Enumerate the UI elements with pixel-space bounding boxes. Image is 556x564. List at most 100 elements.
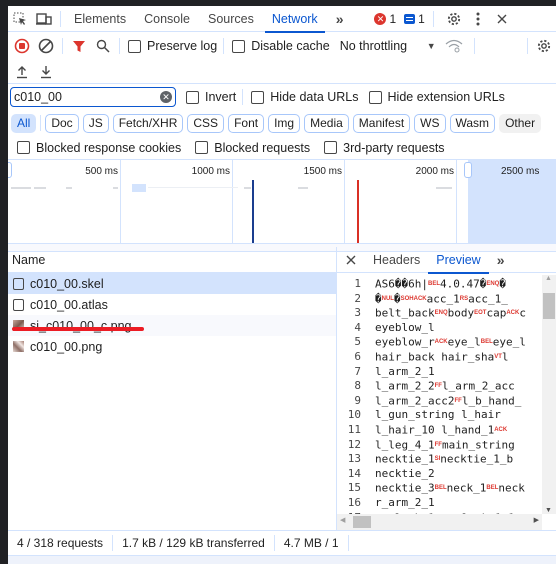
- device-toolbar-icon[interactable]: [32, 6, 56, 32]
- checkbox-box[interactable]: [195, 141, 209, 154]
- message-icon: [404, 13, 416, 24]
- type-filter-ws[interactable]: WS: [414, 113, 446, 133]
- preview-line: 7 l_arm_2_1: [337, 365, 542, 380]
- error-badge[interactable]: ✕ 1: [374, 12, 396, 26]
- type-filter-css[interactable]: CSS: [187, 113, 225, 133]
- control-char-marker: BEL: [427, 281, 440, 287]
- more-details-tabs-button[interactable]: »: [489, 247, 513, 273]
- scroll-down-arrow-icon[interactable]: ▼: [545, 507, 552, 514]
- inspect-element-icon[interactable]: [8, 6, 32, 32]
- hide-extension-urls-checkbox[interactable]: Hide extension URLs: [368, 90, 505, 104]
- timeline-request-bar: [244, 187, 251, 189]
- timeline-request-bar: [436, 187, 452, 189]
- blocked-cookies-checkbox[interactable]: Blocked response cookies: [17, 141, 181, 155]
- scroll-left-arrow-icon[interactable]: ◀: [340, 516, 345, 524]
- timeline-request-bar: [11, 187, 31, 189]
- checkbox-box[interactable]: [368, 90, 382, 104]
- tab-headers[interactable]: Headers: [365, 247, 428, 273]
- invert-checkbox[interactable]: Invert: [186, 90, 236, 104]
- clear-icon[interactable]: [34, 33, 58, 59]
- throttling-select[interactable]: No throttling ▼: [340, 39, 436, 53]
- export-har-icon[interactable]: [34, 59, 58, 85]
- type-filter-img[interactable]: Img: [268, 113, 301, 133]
- third-party-checkbox[interactable]: 3rd-party requests: [324, 141, 445, 155]
- type-filter-wasm[interactable]: Wasm: [449, 113, 496, 133]
- blocked-filters-row: Blocked response cookies Blocked request…: [8, 136, 556, 160]
- checkbox-box[interactable]: [251, 90, 265, 104]
- type-filter-doc[interactable]: Doc: [45, 113, 79, 133]
- request-row[interactable]: si_c010_00_c.png: [8, 315, 336, 336]
- tab-console[interactable]: Console: [135, 6, 199, 32]
- search-icon[interactable]: [91, 33, 115, 59]
- clear-filter-icon[interactable]: ✕: [160, 91, 172, 103]
- control-char-marker: FF: [434, 383, 442, 390]
- line-text: necktie_2: [375, 467, 435, 482]
- network-conditions-icon[interactable]: [442, 33, 466, 59]
- timeline-label: 500 ms: [85, 166, 118, 177]
- more-tabs-button[interactable]: »: [327, 6, 353, 32]
- disable-cache-checkbox[interactable]: Disable cache: [232, 39, 330, 53]
- text-segment: eye_l: [447, 335, 481, 349]
- text-segment: �: [375, 291, 382, 305]
- horizontal-scrollbar-thumb[interactable]: [353, 516, 371, 528]
- text-segment: neck: [498, 481, 525, 495]
- type-filter-other[interactable]: Other: [499, 113, 542, 133]
- checkbox-box[interactable]: [186, 90, 199, 104]
- divider: [119, 38, 120, 54]
- close-details-icon[interactable]: [337, 247, 365, 273]
- timeline-right-handle[interactable]: [464, 162, 472, 178]
- text-segment: necktie_1: [375, 452, 435, 466]
- scroll-right-arrow-icon[interactable]: ▶: [534, 516, 539, 524]
- type-filter-fetch-xhr[interactable]: Fetch/XHR: [112, 113, 184, 133]
- checkbox-box[interactable]: [324, 141, 338, 154]
- tab-network[interactable]: Network: [263, 6, 327, 33]
- checkbox-box[interactable]: [232, 39, 246, 53]
- tab-elements[interactable]: Elements: [65, 6, 135, 32]
- filter-input[interactable]: c010_00 ✕: [10, 87, 176, 107]
- control-char-marker: RS: [459, 295, 469, 302]
- column-header-name[interactable]: Name: [8, 247, 336, 273]
- close-devtools-icon[interactable]: [490, 6, 514, 32]
- request-row[interactable]: c010_00.png: [8, 336, 336, 357]
- type-filter-manifest[interactable]: Manifest: [352, 113, 411, 133]
- record-stop-icon[interactable]: [10, 33, 34, 59]
- settings-gear-icon[interactable]: [442, 6, 466, 32]
- hide-extension-urls-label: Hide extension URLs: [387, 90, 505, 104]
- checkbox-box[interactable]: [128, 39, 141, 53]
- preview-content[interactable]: 1 AS6��6h|BEL4.0.47�ENQ� 2 �NUL�SOHACKacc_1…: [337, 277, 542, 514]
- message-badge[interactable]: 1: [404, 12, 425, 26]
- horizontal-scrollbar[interactable]: ◀ ▶: [337, 514, 542, 530]
- hide-data-urls-checkbox[interactable]: Hide data URLs: [251, 90, 359, 104]
- filter-icon[interactable]: [67, 33, 91, 59]
- kebab-menu-icon[interactable]: [466, 6, 490, 32]
- type-filter-font[interactable]: Font: [228, 113, 265, 133]
- text-segment: hair_back hair_sha: [375, 350, 495, 364]
- tab-preview[interactable]: Preview: [428, 247, 490, 274]
- import-har-icon[interactable]: [10, 59, 34, 85]
- resources-size: 4.7 MB / 1: [275, 535, 349, 551]
- text-segment: necktie_1_b: [440, 452, 514, 466]
- vertical-scrollbar-thumb[interactable]: [543, 293, 555, 319]
- request-name: c010_00.atlas: [30, 297, 108, 312]
- blocked-cookies-label: Blocked response cookies: [36, 140, 182, 155]
- network-settings-gear-icon[interactable]: [532, 33, 556, 59]
- timeline-left-handle[interactable]: [8, 162, 12, 178]
- request-row[interactable]: c010_00.atlas: [8, 294, 336, 315]
- request-list: Name c010_00.skel c010_00.atlas si_c010_…: [8, 247, 337, 530]
- vertical-scrollbar[interactable]: ▲ ▼: [542, 275, 556, 514]
- type-filter-media[interactable]: Media: [304, 113, 349, 133]
- checkbox-box[interactable]: [17, 141, 30, 154]
- timeline-gridline: [120, 160, 121, 243]
- type-filter-js[interactable]: JS: [82, 113, 109, 133]
- text-segment: l_arm_2_2: [375, 379, 435, 393]
- request-details: Headers Preview » 1 AS6��6h|BEL4.0.47�ENQ…: [337, 247, 556, 530]
- preview-line: 10 l_gun_string l_hair: [337, 408, 542, 423]
- preserve-log-checkbox[interactable]: Preserve log: [128, 39, 217, 53]
- timeline-overview[interactable]: 500 ms 1000 ms 1500 ms 2000 ms 2500 ms: [8, 160, 556, 244]
- blocked-requests-checkbox[interactable]: Blocked requests: [195, 141, 310, 155]
- scroll-up-arrow-icon[interactable]: ▲: [545, 275, 552, 282]
- type-filter-all[interactable]: All: [11, 113, 37, 133]
- drawer-area: [8, 556, 556, 564]
- request-row[interactable]: c010_00.skel: [8, 273, 336, 294]
- tab-sources[interactable]: Sources: [199, 6, 263, 32]
